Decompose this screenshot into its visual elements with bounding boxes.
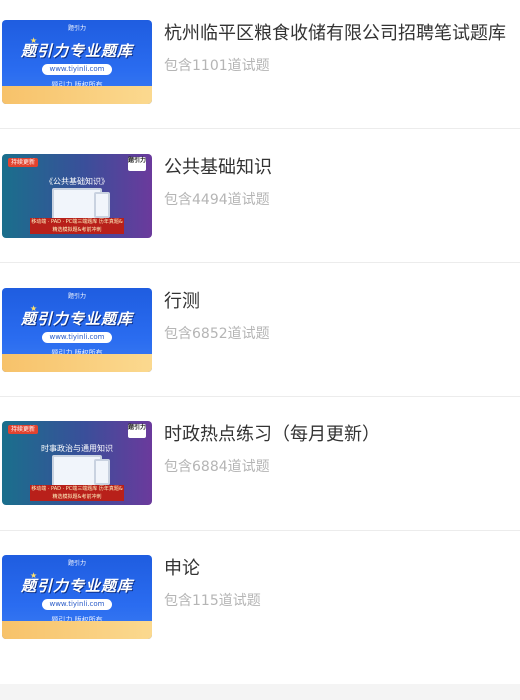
bank-thumbnail[interactable]: 持续更新 题引力 《公共基础知识》 移动端 · PAD · PC端三端题库 历年… bbox=[2, 154, 152, 238]
list-item[interactable]: 题引力 ★ 题引力专业题库 www.tiyinli.com 题引力 版权所有 申… bbox=[0, 555, 520, 665]
bank-thumbnail[interactable]: 题引力 ★ 题引力专业题库 www.tiyinli.com 题引力 版权所有 bbox=[2, 288, 152, 372]
divider bbox=[0, 396, 520, 397]
bank-thumbnail[interactable]: 题引力 ★ 题引力专业题库 www.tiyinli.com 题引力 版权所有 bbox=[2, 555, 152, 639]
bank-title[interactable]: 时政热点练习（每月更新） bbox=[164, 423, 520, 447]
brand-logo: 题引力 bbox=[67, 293, 86, 300]
bank-thumbnail[interactable]: 持续更新 题引力 时事政治与通用知识 移动端 · PAD · PC端三端题库 历… bbox=[2, 421, 152, 505]
thumbnail-url: www.tiyinli.com bbox=[42, 332, 112, 343]
phone-icon bbox=[94, 192, 110, 218]
thumbnail-strip: 移动端 · PAD · PC端三端题库 历年真题&精选模拟题&考前冲刺 bbox=[30, 485, 124, 501]
brand-logo: 题引力 bbox=[128, 424, 146, 438]
thumbnail-url: www.tiyinli.com bbox=[42, 64, 112, 75]
thumbnail-brand-text: 题引力专业题库 bbox=[20, 42, 133, 60]
thumbnail-brand-text: 题引力专业题库 bbox=[20, 577, 133, 595]
thumbnail-band bbox=[2, 86, 152, 104]
divider bbox=[0, 128, 520, 129]
list-item[interactable]: 持续更新 题引力 《公共基础知识》 移动端 · PAD · PC端三端题库 历年… bbox=[0, 154, 520, 264]
thumbnail-strip: 移动端 · PAD · PC端三端题库 历年真题&精选模拟题&考前冲刺 bbox=[30, 218, 124, 234]
question-count: 包含6852道试题 bbox=[164, 326, 270, 342]
brand-logo: 题引力 bbox=[128, 157, 146, 171]
question-count: 包含115道试题 bbox=[164, 593, 261, 609]
thumbnail-band bbox=[2, 354, 152, 372]
update-badge: 持续更新 bbox=[8, 425, 39, 434]
brand-logo: 题引力 bbox=[67, 560, 86, 567]
bank-title[interactable]: 申论 bbox=[164, 557, 520, 581]
phone-icon bbox=[94, 459, 110, 485]
question-count: 包含1101道试题 bbox=[164, 58, 270, 74]
bank-title[interactable]: 公共基础知识 bbox=[164, 156, 520, 180]
thumbnail-brand-text: 题引力专业题库 bbox=[20, 310, 133, 328]
question-count: 包含6884道试题 bbox=[164, 459, 270, 475]
list-item[interactable]: 持续更新 题引力 时事政治与通用知识 移动端 · PAD · PC端三端题库 历… bbox=[0, 421, 520, 531]
thumbnail-band bbox=[2, 621, 152, 639]
thumbnail-url: www.tiyinli.com bbox=[42, 599, 112, 610]
bank-thumbnail[interactable]: 题引力 ★ 题引力专业题库 www.tiyinli.com 题引力 版权所有 bbox=[2, 20, 152, 104]
brand-logo: 题引力 bbox=[67, 25, 86, 32]
divider bbox=[0, 530, 520, 531]
question-count: 包含4494道试题 bbox=[164, 192, 270, 208]
divider bbox=[0, 262, 520, 263]
bottom-bar bbox=[0, 684, 520, 700]
list-item[interactable]: 题引力 ★ 题引力专业题库 www.tiyinli.com 题引力 版权所有 杭… bbox=[0, 20, 520, 130]
thumbnail-headline: 时事政治与通用知识 bbox=[41, 444, 113, 453]
update-badge: 持续更新 bbox=[8, 158, 39, 167]
bank-title[interactable]: 行测 bbox=[164, 290, 520, 314]
bank-title[interactable]: 杭州临平区粮食收储有限公司招聘笔试题库 bbox=[164, 22, 520, 46]
list-item[interactable]: 题引力 ★ 题引力专业题库 www.tiyinli.com 题引力 版权所有 行… bbox=[0, 288, 520, 398]
thumbnail-headline: 《公共基础知识》 bbox=[45, 177, 109, 186]
